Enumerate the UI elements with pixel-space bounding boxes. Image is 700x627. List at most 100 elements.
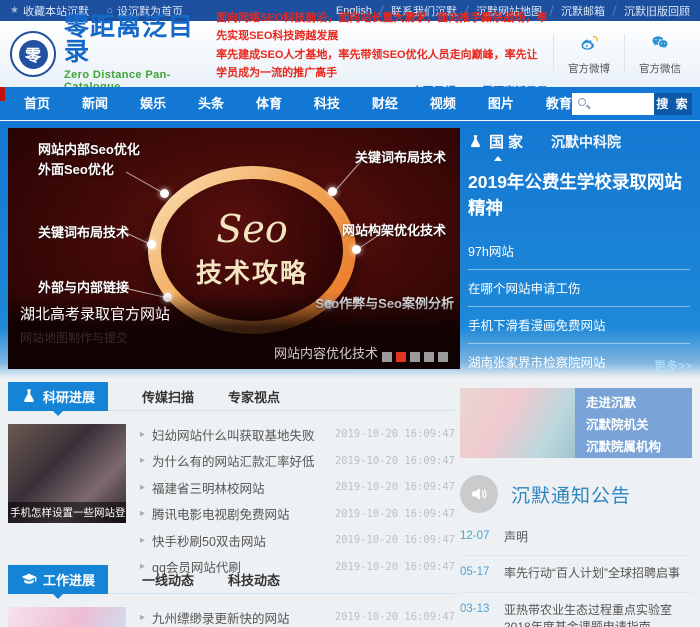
sidebar-link-about[interactable]: 走进沉默 <box>586 392 681 411</box>
tab-research-progress[interactable]: 科研进展 <box>8 382 108 411</box>
carousel-dot[interactable] <box>396 352 406 362</box>
weibo-button[interactable]: 官方微博 <box>559 33 619 76</box>
news-title-link[interactable]: 妇幼网站什么叫获取基地失败 <box>152 425 315 444</box>
weibo-label: 官方微博 <box>559 61 619 76</box>
news-title-link[interactable]: 九州缥缈录更新快的网站 <box>152 608 290 627</box>
research-tabbar: 科研进展 传媒扫描 专家视点 <box>8 382 455 411</box>
work-section: 工作进展 一线动态 科技动态 ▸ 九州缥缈录更新快的网站 2019-10-20 … <box>8 565 455 627</box>
separator <box>612 5 616 16</box>
carousel-caption-link[interactable]: 湖北高考录取官方网站 <box>20 303 170 324</box>
nav-item-entertainment[interactable]: 娱乐 <box>140 87 166 120</box>
panel-headline[interactable]: 2019年公费生学校录取网站精神 <box>468 169 690 222</box>
weibo-icon <box>577 33 601 53</box>
notice-text-link[interactable]: 亚热带农业生态过程重点实验室2018年度基金课题申请指南 <box>504 602 692 627</box>
panel-list-item[interactable]: 在哪个网站申请工伤 <box>468 270 690 307</box>
nav-accent <box>0 87 5 101</box>
carousel-label-line: 外面Seo优化 <box>38 160 140 180</box>
news-row: ▸ 为什么有的网站汇款汇率好低 2019-10-20 16:09:47 <box>140 448 455 475</box>
news-date: 2019-10-20 16:09:47 <box>335 428 455 440</box>
carousel-dot[interactable] <box>438 352 448 362</box>
sidebar-intro: 走进沉默 沉默院机关 沉默院属机构 <box>460 388 692 458</box>
nav-item-headlines[interactable]: 头条 <box>198 87 224 120</box>
nav-item-finance[interactable]: 财经 <box>372 87 398 120</box>
panel-tab-national[interactable]: 国家 <box>468 131 527 152</box>
panel-list-item[interactable]: 97h网站 <box>468 233 690 270</box>
arrow-bullet-icon: ▸ <box>140 508 145 519</box>
tab-tech-news[interactable]: 科技动态 <box>228 570 280 589</box>
tab-expert-view[interactable]: 专家视点 <box>228 387 280 406</box>
news-row: ▸ 福建省三明林校网站 2019-10-20 16:09:47 <box>140 474 455 501</box>
carousel-dot[interactable] <box>382 352 392 362</box>
tab-label: 工作进展 <box>43 570 95 589</box>
site-header: 零 零距离泛目录 Zero Distance Pan-Catalogue 面向网… <box>0 21 700 87</box>
banner-section: Seo 技术攻略 网站内部Seo优化 外面Seo优化 关键词布局技术 外部与内部… <box>0 120 700 378</box>
news-row: ▸ 妇幼网站什么叫获取基地失败 2019-10-20 16:09:47 <box>140 421 455 448</box>
wechat-icon <box>648 33 672 53</box>
search-button[interactable]: 搜 索 <box>654 93 692 115</box>
nav-item-tech[interactable]: 科技 <box>314 87 340 120</box>
arrow-bullet-icon: ▸ <box>140 535 145 546</box>
news-date: 2019-10-20 16:09:47 <box>335 508 455 520</box>
topbar-link-mail[interactable]: 沉默邮箱 <box>561 3 605 19</box>
arrow-bullet-icon: ▸ <box>140 429 145 440</box>
sidebar-intro-image[interactable] <box>460 388 575 458</box>
news-title-link[interactable]: 福建省三明林校网站 <box>152 478 265 497</box>
carousel-label-line: 网站内部Seo优化 <box>38 140 140 160</box>
nav-item-images[interactable]: 图片 <box>488 87 514 120</box>
search-box: 搜 索 <box>572 93 692 115</box>
work-tabbar: 工作进展 一线动态 科技动态 <box>8 565 455 594</box>
carousel-dots <box>382 352 448 362</box>
tab-work-progress[interactable]: 工作进展 <box>8 565 108 594</box>
carousel-center-title: Seo <box>216 210 287 248</box>
news-title-link[interactable]: 为什么有的网站汇款汇率好低 <box>152 451 315 470</box>
research-thumbnail-image[interactable]: 手机怎样设置一些网站登录 <box>8 424 126 523</box>
sidebar-link-institutions[interactable]: 沉默院属机构 <box>586 436 681 455</box>
nav-item-news[interactable]: 新闻 <box>82 87 108 120</box>
carousel-dot[interactable] <box>424 352 434 362</box>
logo-badge-icon: 零 <box>10 31 56 77</box>
notice-date: 12-07 <box>460 529 494 546</box>
nav-item-video[interactable]: 视频 <box>430 87 456 120</box>
research-section: 科研进展 传媒扫描 专家视点 手机怎样设置一些网站登录 ▸ 妇幼网站什么叫获取基… <box>8 382 455 580</box>
tab-media-scan[interactable]: 传媒扫描 <box>142 387 194 406</box>
notice-title: 沉默通知公告 <box>511 481 631 508</box>
speaker-icon <box>460 475 498 513</box>
news-title-link[interactable]: 腾讯电影电视剧免费网站 <box>152 504 290 523</box>
work-news-list: ▸ 九州缥缈录更新快的网站 2019-10-20 16:09:47 ▸ 山东考数… <box>140 604 455 627</box>
notice-date: 03-13 <box>460 602 494 627</box>
carousel-overlay: 湖北高考录取官方网站 网站地图制作与提交 网站内容优化技术 <box>8 293 460 369</box>
ring-node <box>147 240 156 249</box>
divider <box>553 34 554 74</box>
carousel-dot[interactable] <box>410 352 420 362</box>
tab-frontline-news[interactable]: 一线动态 <box>142 570 194 589</box>
research-thumbnail-caption: 手机怎样设置一些网站登录 <box>8 502 126 523</box>
carousel-center-subtitle: 技术攻略 <box>196 253 308 290</box>
carousel-slide[interactable]: Seo 技术攻略 网站内部Seo优化 外面Seo优化 关键词布局技术 外部与内部… <box>8 128 460 369</box>
nav-item-home[interactable]: 首页 <box>24 87 50 120</box>
nav-item-education[interactable]: 教育 <box>546 87 572 120</box>
wechat-button[interactable]: 官方微信 <box>630 33 690 76</box>
work-thumbnail-image[interactable] <box>8 607 126 627</box>
nav-items: 首页 新闻 娱乐 头条 体育 科技 财经 视频 图片 教育 <box>24 87 572 120</box>
notice-item: 03-13 亚热带农业生态过程重点实验室2018年度基金课题申请指南 <box>460 593 692 627</box>
more-link[interactable]: 更多>> <box>654 357 692 374</box>
sidebar-link-organs[interactable]: 沉默院机关 <box>586 414 681 433</box>
notice-date: 05-17 <box>460 565 494 582</box>
topbar-link-label: 沉默旧版回顾 <box>624 3 690 19</box>
notice-header: 沉默通知公告 <box>460 475 692 513</box>
slogan-line1: 面向网络SEO科技前沿，面向站长重大需求，面向推手厮杀战场，率先实现SEO科技跨… <box>216 9 548 45</box>
flask-icon <box>468 134 483 149</box>
ring-node <box>328 187 337 196</box>
news-title-link[interactable]: 快手秒刷50双击网站 <box>152 531 266 550</box>
carousel-caption-faded: 网站地图制作与提交 <box>20 329 128 346</box>
topbar-link-old-version[interactable]: 沉默旧版回顾 <box>624 3 690 19</box>
site-logo[interactable]: 零 零距离泛目录 Zero Distance Pan-Catalogue <box>10 15 204 93</box>
notice-text-link[interactable]: 声明 <box>504 529 528 546</box>
nav-item-sports[interactable]: 体育 <box>256 87 282 120</box>
header-social: 官方微博 官方微信 <box>548 33 690 76</box>
panel-tab-academy[interactable]: 沉默中科院 <box>551 132 621 152</box>
notice-text-link[interactable]: 率先行动“百人计划”全球招聘启事 <box>504 565 680 582</box>
sidebar-intro-links: 走进沉默 沉默院机关 沉默院属机构 <box>575 388 692 458</box>
carousel-label-mid-right: 网站构架优化技术 <box>342 221 446 241</box>
panel-list-item[interactable]: 手机下滑看漫画免费网站 <box>468 307 690 344</box>
